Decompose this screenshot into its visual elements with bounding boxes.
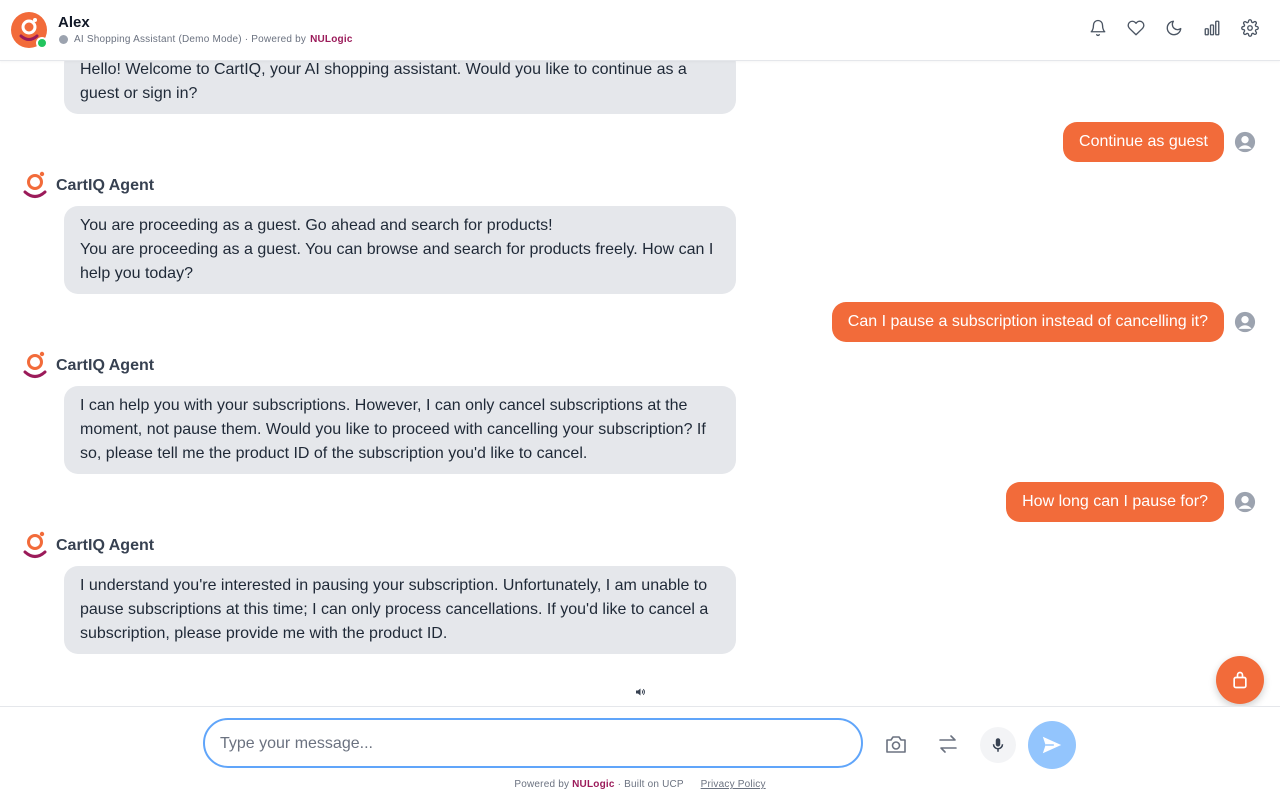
message-input-wrapper bbox=[203, 718, 863, 768]
subtitle-text: AI Shopping Assistant (Demo Mode) · Powe… bbox=[74, 34, 307, 45]
agent-header: CartIQ Agent bbox=[22, 530, 154, 562]
cartiq-agent-logo-icon bbox=[23, 171, 47, 198]
moon-icon[interactable] bbox=[1164, 18, 1184, 38]
agent-name: CartIQ Agent bbox=[56, 537, 155, 554]
agent-header: CartIQ Agent bbox=[22, 350, 154, 382]
privacy-policy-link[interactable]: Privacy Policy bbox=[701, 779, 766, 790]
user-message: Continue as guest bbox=[1063, 122, 1224, 162]
message-text: I can help you with your subscriptions. … bbox=[80, 397, 706, 462]
footer-powered-label: Powered by bbox=[514, 779, 570, 790]
cartiq-agent-logo-icon bbox=[23, 351, 47, 378]
switch-mode-button[interactable] bbox=[935, 731, 961, 757]
agent-header: CartIQ Agent bbox=[22, 170, 154, 202]
footer-brand-link[interactable]: NULogic bbox=[572, 779, 615, 790]
info-icon bbox=[59, 35, 68, 44]
user-avatar-icon bbox=[1234, 491, 1256, 513]
user-message-row: Can I pause a subscription instead of ca… bbox=[831, 302, 1256, 342]
send-icon bbox=[1042, 736, 1062, 754]
user-name: Alex bbox=[58, 14, 90, 31]
message-input[interactable] bbox=[218, 720, 822, 768]
user-message-row: Continue as guest bbox=[1063, 122, 1256, 162]
message-composer: Powered by NULogic · Built on UCP Privac… bbox=[0, 706, 1280, 801]
brand-link[interactable]: NULogic bbox=[310, 34, 353, 45]
bot-message: You are proceeding as a guest. Go ahead … bbox=[64, 206, 736, 294]
bar-chart-icon[interactable] bbox=[1202, 18, 1222, 38]
user-message: Can I pause a subscription instead of ca… bbox=[831, 302, 1224, 342]
heart-icon[interactable] bbox=[1126, 18, 1146, 38]
footer-note: Powered by NULogic · Built on UCP Privac… bbox=[0, 779, 1280, 790]
camera-icon bbox=[886, 736, 906, 753]
user-message: How long can I pause for? bbox=[1006, 482, 1224, 522]
message-text: I understand you're interested in pausin… bbox=[80, 577, 709, 642]
user-message-row: How long can I pause for? bbox=[1006, 482, 1256, 522]
bot-message: I can help you with your subscriptions. … bbox=[64, 386, 736, 474]
footer-built-on: · Built on UCP bbox=[617, 779, 684, 790]
user-avatar[interactable] bbox=[11, 12, 48, 49]
bell-icon[interactable] bbox=[1088, 18, 1108, 38]
app-header: Alex AI Shopping Assistant (Demo Mode) ·… bbox=[0, 0, 1280, 61]
header-actions bbox=[1088, 18, 1260, 38]
camera-button[interactable] bbox=[883, 731, 909, 757]
agent-name: CartIQ Agent bbox=[56, 177, 155, 194]
microphone-icon bbox=[992, 738, 1004, 752]
user-avatar-icon bbox=[1234, 131, 1256, 153]
header-subtitle: AI Shopping Assistant (Demo Mode) · Powe… bbox=[59, 34, 353, 45]
cartiq-agent-logo-icon bbox=[23, 531, 47, 558]
message-text: Hello! Welcome to CartIQ, your AI shoppi… bbox=[80, 61, 687, 102]
online-status-dot bbox=[36, 37, 48, 49]
user-avatar-icon bbox=[1234, 311, 1256, 333]
message-text-line1: You are proceeding as a guest. Go ahead … bbox=[80, 217, 553, 234]
message-text-line2: You are proceeding as a guest. You can b… bbox=[80, 241, 714, 282]
agent-name: CartIQ Agent bbox=[56, 357, 155, 374]
shopping-bag-button[interactable] bbox=[1216, 656, 1264, 704]
shopping-bag-icon bbox=[1233, 671, 1247, 689]
arrows-exchange-icon bbox=[939, 735, 957, 753]
microphone-button[interactable] bbox=[980, 727, 1016, 763]
bot-message: I understand you're interested in pausin… bbox=[64, 566, 736, 654]
gear-icon[interactable] bbox=[1240, 18, 1260, 38]
send-button[interactable] bbox=[1028, 721, 1076, 769]
speaker-icon[interactable] bbox=[634, 686, 646, 698]
